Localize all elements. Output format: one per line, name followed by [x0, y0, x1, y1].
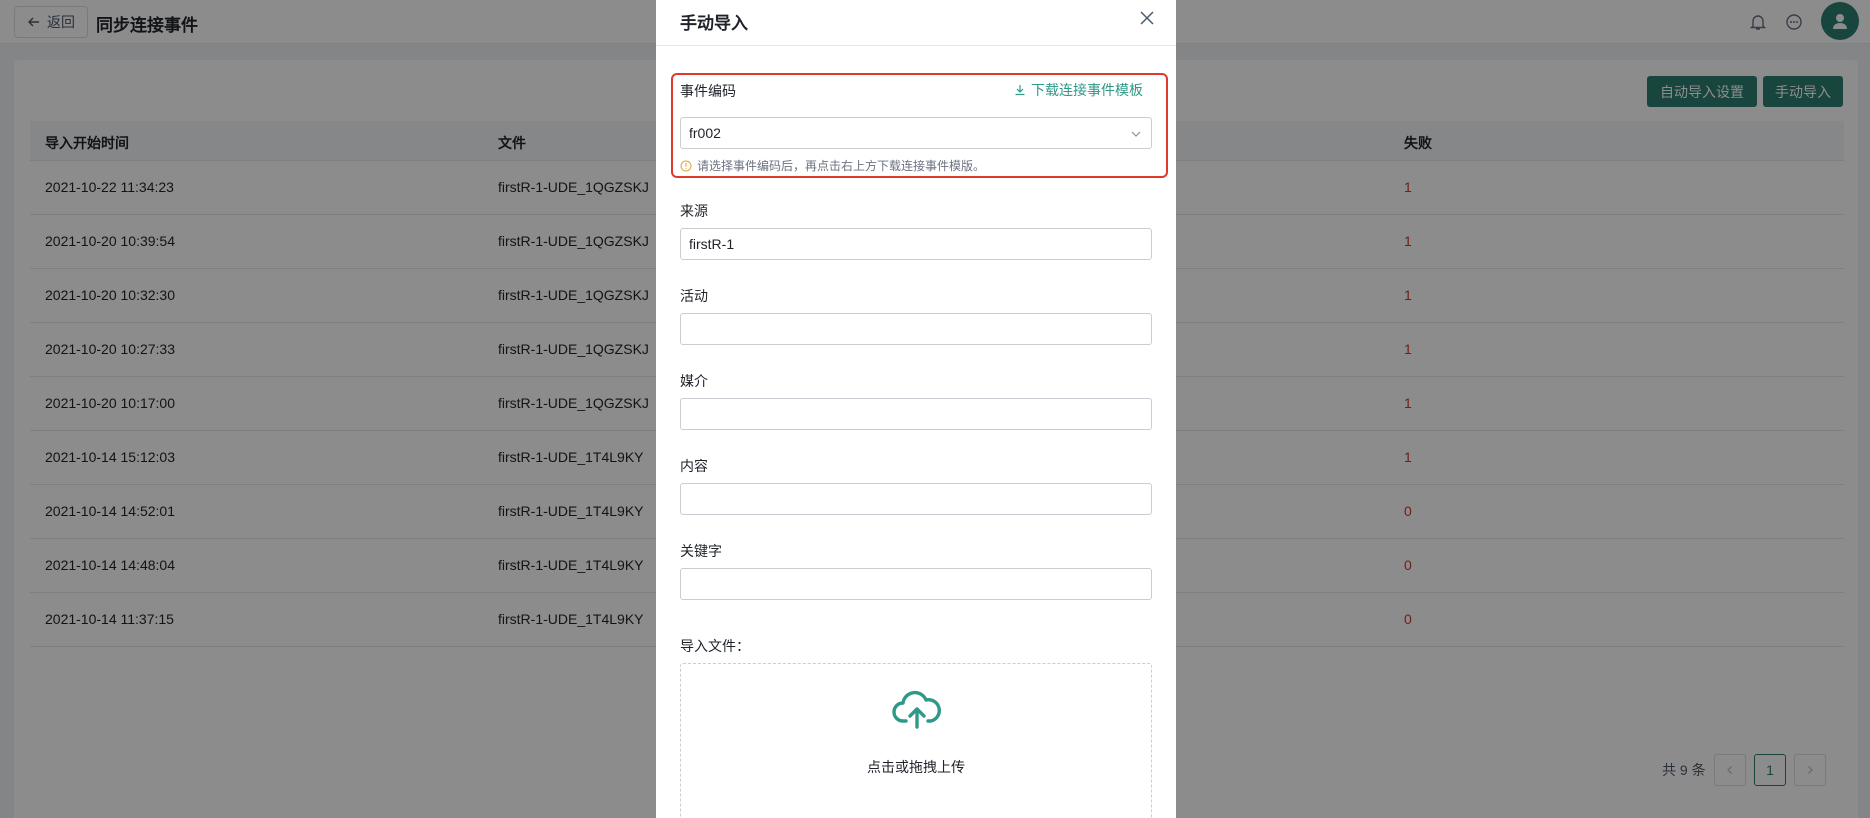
upload-dropzone[interactable]: 点击或拖拽上传: [680, 663, 1152, 818]
modal-title: 手动导入: [680, 14, 748, 33]
content-label: 内容: [680, 458, 708, 474]
activity-label: 活动: [680, 288, 708, 304]
event-code-label: 事件编码: [680, 83, 736, 99]
info-icon: [680, 160, 692, 171]
keyword-label: 关键字: [680, 543, 722, 559]
manual-import-modal: 手动导入 事件编码 下载连接事件模板 fr002 请选择事件编码后，再点击右上方…: [656, 0, 1176, 818]
event-code-value: fr002: [689, 125, 721, 141]
upload-text: 点击或拖拽上传: [867, 759, 965, 775]
chevron-down-icon: [1131, 131, 1141, 137]
medium-label: 媒介: [680, 373, 708, 389]
close-icon[interactable]: [1138, 9, 1156, 27]
source-input[interactable]: firstR-1: [680, 228, 1152, 260]
download-template-link[interactable]: 下载连接事件模板: [1014, 80, 1143, 100]
cloud-upload-icon: [892, 690, 941, 729]
download-icon: [1015, 85, 1025, 96]
download-template-label: 下载连接事件模板: [1031, 82, 1143, 98]
medium-input[interactable]: [680, 398, 1152, 430]
event-code-hint-text: 请选择事件编码后，再点击右上方下载连接事件模版。: [697, 159, 986, 173]
event-code-select[interactable]: fr002: [680, 117, 1152, 149]
modal-header: 手动导入: [656, 0, 1176, 46]
keyword-input[interactable]: [680, 568, 1152, 600]
content-input[interactable]: [680, 483, 1152, 515]
event-code-hint: 请选择事件编码后，再点击右上方下载连接事件模版。: [680, 157, 985, 174]
activity-input[interactable]: [680, 313, 1152, 345]
source-label: 来源: [680, 203, 708, 219]
import-file-label: 导入文件：: [680, 638, 750, 654]
